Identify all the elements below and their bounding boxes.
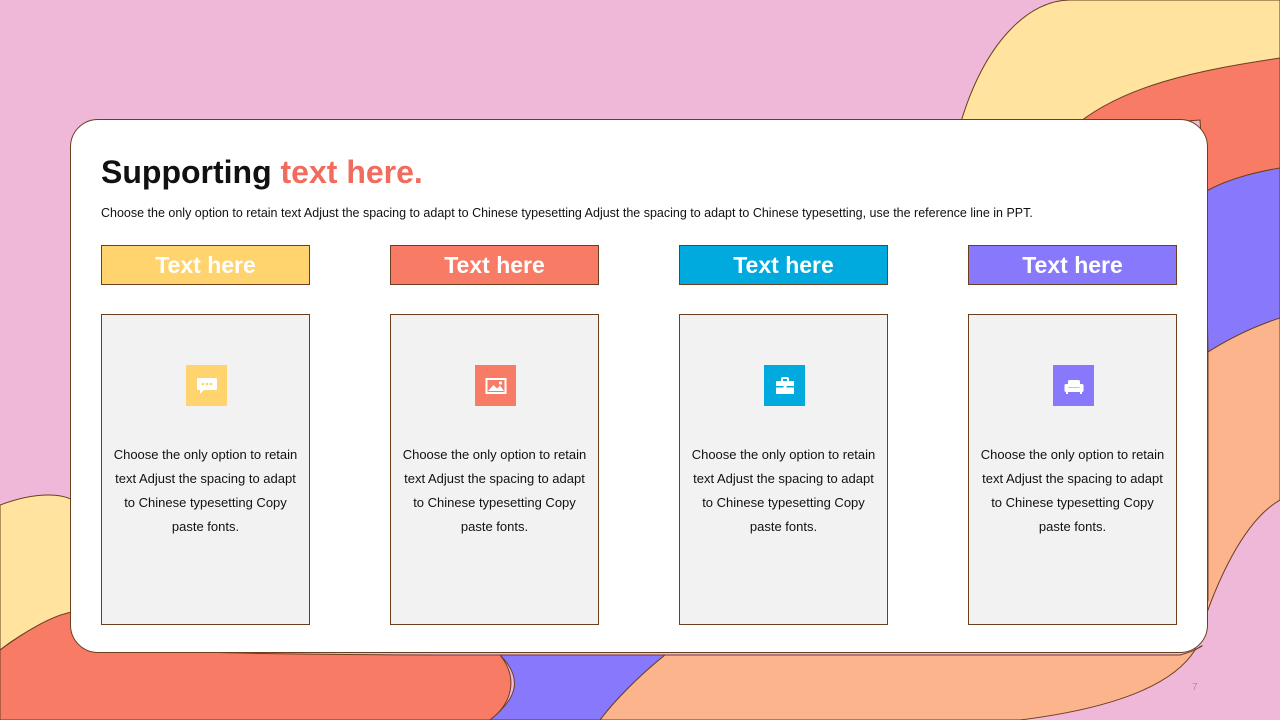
column-2-body: Choose the only option to retain text Ad… bbox=[390, 314, 599, 625]
column-4-body: Choose the only option to retain text Ad… bbox=[968, 314, 1177, 625]
column-1-text: Choose the only option to retain text Ad… bbox=[113, 447, 298, 534]
content-card: Supporting text here. Choose the only op… bbox=[70, 119, 1208, 653]
column-1: Text here Choose the only option to reta… bbox=[101, 245, 310, 625]
page-title: Supporting text here. bbox=[101, 154, 423, 191]
image-icon bbox=[475, 365, 516, 406]
sofa-icon bbox=[1053, 365, 1094, 406]
subtitle-text: Choose the only option to retain text Ad… bbox=[101, 206, 1033, 220]
column-1-header: Text here bbox=[101, 245, 310, 285]
briefcase-icon bbox=[764, 365, 805, 406]
column-2: Text here Choose the only option to reta… bbox=[390, 245, 599, 625]
column-3-body: Choose the only option to retain text Ad… bbox=[679, 314, 888, 625]
column-3-text: Choose the only option to retain text Ad… bbox=[691, 447, 876, 534]
column-4-text: Choose the only option to retain text Ad… bbox=[980, 447, 1165, 534]
column-3-header: Text here bbox=[679, 245, 888, 285]
column-2-header: Text here bbox=[390, 245, 599, 285]
title-main-text: Supporting bbox=[101, 154, 272, 190]
title-accent-text: text here. bbox=[280, 154, 423, 190]
column-4: Text here Choose the only option to reta… bbox=[968, 245, 1177, 625]
column-2-text: Choose the only option to retain text Ad… bbox=[402, 447, 587, 534]
chat-bubble-icon bbox=[186, 365, 227, 406]
column-1-body: Choose the only option to retain text Ad… bbox=[101, 314, 310, 625]
page-number: 7 bbox=[1192, 682, 1198, 693]
column-4-header: Text here bbox=[968, 245, 1177, 285]
column-3: Text here Choose the only option to reta… bbox=[679, 245, 888, 625]
